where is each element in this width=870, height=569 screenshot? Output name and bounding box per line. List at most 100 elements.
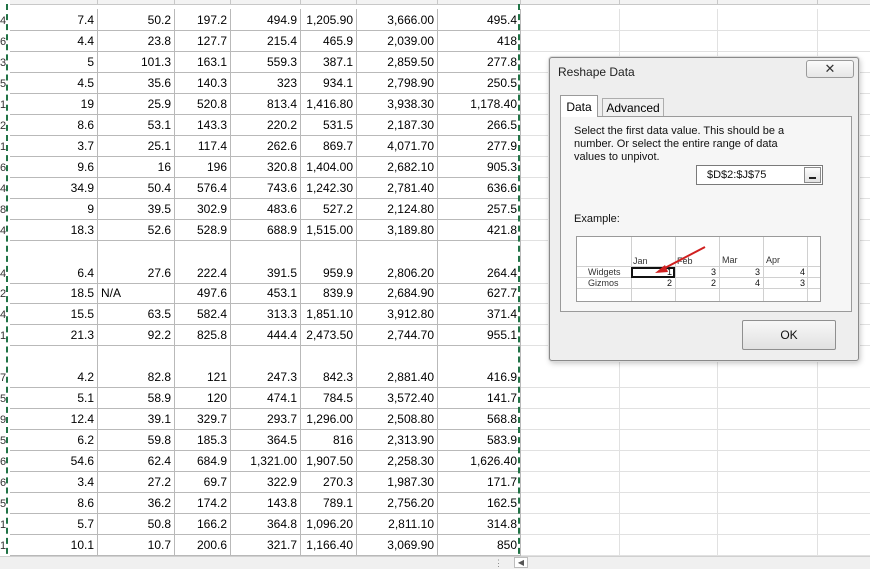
table-cell[interactable]: 1,205.90 bbox=[301, 9, 357, 31]
column-header[interactable]: N bbox=[818, 0, 870, 5]
table-cell[interactable]: 2,187.30 bbox=[357, 115, 438, 136]
table-cell[interactable]: 483.6 bbox=[231, 199, 301, 220]
resize-grip[interactable]: ⋮ bbox=[494, 558, 503, 569]
range-input[interactable] bbox=[697, 166, 801, 184]
table-cell[interactable] bbox=[620, 430, 718, 451]
table-cell[interactable]: 494.9 bbox=[231, 9, 301, 31]
table-cell[interactable]: 222.4 bbox=[175, 241, 231, 284]
table-cell[interactable]: 688.9 bbox=[231, 220, 301, 241]
table-cell[interactable] bbox=[818, 535, 870, 556]
table-cell[interactable] bbox=[620, 31, 718, 52]
table-cell[interactable]: 3,912.80 bbox=[357, 304, 438, 325]
table-cell[interactable]: 120 bbox=[175, 388, 231, 409]
row-number[interactable]: 5 bbox=[0, 493, 10, 514]
column-header[interactable]: E bbox=[98, 0, 175, 5]
row-number[interactable]: 1 bbox=[0, 94, 10, 115]
row-number[interactable]: 7 bbox=[0, 346, 10, 388]
table-cell[interactable]: 162.5 bbox=[438, 493, 521, 514]
table-cell[interactable] bbox=[521, 388, 620, 409]
table-cell[interactable]: 313.3 bbox=[231, 304, 301, 325]
table-cell[interactable]: 36.2 bbox=[98, 493, 175, 514]
row-number[interactable]: 4 bbox=[0, 241, 10, 284]
table-cell[interactable]: 743.6 bbox=[231, 178, 301, 199]
table-cell[interactable]: 257.5 bbox=[438, 199, 521, 220]
table-cell[interactable]: 3,572.40 bbox=[357, 388, 438, 409]
table-cell[interactable]: 35.6 bbox=[98, 73, 175, 94]
table-cell[interactable]: 27.6 bbox=[98, 241, 175, 284]
row-number[interactable]: 1 bbox=[0, 535, 10, 556]
table-cell[interactable]: 4.4 bbox=[10, 31, 98, 52]
table-cell[interactable]: 5 bbox=[10, 52, 98, 73]
table-cell[interactable]: 277.8 bbox=[438, 52, 521, 73]
scroll-left-arrow-icon[interactable]: ◀ bbox=[514, 557, 528, 568]
table-cell[interactable]: 247.3 bbox=[231, 346, 301, 388]
table-cell[interactable]: 1,987.30 bbox=[357, 472, 438, 493]
table-cell[interactable]: 1,296.00 bbox=[301, 409, 357, 430]
table-cell[interactable]: 250.5 bbox=[438, 73, 521, 94]
table-cell[interactable]: 813.4 bbox=[231, 94, 301, 115]
table-cell[interactable]: 1,242.30 bbox=[301, 178, 357, 199]
table-cell[interactable]: 4.5 bbox=[10, 73, 98, 94]
tab-advanced[interactable]: Advanced bbox=[602, 98, 664, 116]
table-cell[interactable]: 1,404.00 bbox=[301, 157, 357, 178]
table-cell[interactable] bbox=[818, 430, 870, 451]
table-cell[interactable]: 262.6 bbox=[231, 136, 301, 157]
table-cell[interactable] bbox=[818, 388, 870, 409]
table-cell[interactable]: 121 bbox=[175, 346, 231, 388]
column-header[interactable]: L bbox=[620, 0, 718, 5]
table-cell[interactable]: 39.1 bbox=[98, 409, 175, 430]
collapse-dialog-button[interactable] bbox=[804, 167, 821, 183]
row-number[interactable]: 8 bbox=[0, 199, 10, 220]
table-cell[interactable]: 200.6 bbox=[175, 535, 231, 556]
row-number[interactable]: 6 bbox=[0, 31, 10, 52]
table-cell[interactable] bbox=[521, 451, 620, 472]
table-cell[interactable]: 444.4 bbox=[231, 325, 301, 346]
table-cell[interactable] bbox=[620, 514, 718, 535]
table-cell[interactable]: 141.7 bbox=[438, 388, 521, 409]
row-number[interactable]: 5 bbox=[0, 388, 10, 409]
table-cell[interactable]: 7.4 bbox=[10, 9, 98, 31]
table-cell[interactable]: 54.6 bbox=[10, 451, 98, 472]
table-cell[interactable]: 19 bbox=[10, 94, 98, 115]
table-cell[interactable]: 82.8 bbox=[98, 346, 175, 388]
table-cell[interactable]: 4,071.70 bbox=[357, 136, 438, 157]
table-cell[interactable]: 1,166.40 bbox=[301, 535, 357, 556]
row-number[interactable]: 3 bbox=[0, 52, 10, 73]
row-number[interactable]: 6 bbox=[0, 157, 10, 178]
column-header[interactable]: F bbox=[175, 0, 231, 5]
table-cell[interactable]: 418 bbox=[438, 31, 521, 52]
table-cell[interactable]: 527.2 bbox=[301, 199, 357, 220]
column-header[interactable]: D bbox=[10, 0, 98, 5]
table-cell[interactable]: 2,508.80 bbox=[357, 409, 438, 430]
table-cell[interactable]: 2,806.20 bbox=[357, 241, 438, 284]
row-number[interactable]: 2 bbox=[0, 115, 10, 136]
table-cell[interactable]: 576.4 bbox=[175, 178, 231, 199]
table-cell[interactable]: 25.1 bbox=[98, 136, 175, 157]
table-cell[interactable]: 364.8 bbox=[231, 514, 301, 535]
table-cell[interactable]: 583.9 bbox=[438, 430, 521, 451]
table-cell[interactable]: 185.3 bbox=[175, 430, 231, 451]
table-cell[interactable]: 2,881.40 bbox=[357, 346, 438, 388]
column-header[interactable]: K bbox=[521, 0, 620, 5]
row-number[interactable]: 4 bbox=[0, 220, 10, 241]
table-cell[interactable]: 8.6 bbox=[10, 493, 98, 514]
table-cell[interactable]: 140.3 bbox=[175, 73, 231, 94]
table-cell[interactable] bbox=[718, 451, 818, 472]
table-cell[interactable]: 101.3 bbox=[98, 52, 175, 73]
row-number[interactable]: 5 bbox=[0, 73, 10, 94]
table-cell[interactable]: 322.9 bbox=[231, 472, 301, 493]
table-cell[interactable]: 277.9 bbox=[438, 136, 521, 157]
table-cell[interactable]: 784.5 bbox=[301, 388, 357, 409]
table-cell[interactable] bbox=[620, 493, 718, 514]
table-cell[interactable]: 23.8 bbox=[98, 31, 175, 52]
table-cell[interactable]: 63.5 bbox=[98, 304, 175, 325]
table-cell[interactable]: 58.9 bbox=[98, 388, 175, 409]
table-cell[interactable] bbox=[818, 451, 870, 472]
table-cell[interactable]: 474.1 bbox=[231, 388, 301, 409]
table-cell[interactable]: 321.7 bbox=[231, 535, 301, 556]
close-button[interactable]: ✕ bbox=[806, 60, 854, 78]
table-cell[interactable]: 1,851.10 bbox=[301, 304, 357, 325]
table-cell[interactable] bbox=[521, 472, 620, 493]
table-cell[interactable]: 196 bbox=[175, 157, 231, 178]
table-cell[interactable]: 3,189.80 bbox=[357, 220, 438, 241]
